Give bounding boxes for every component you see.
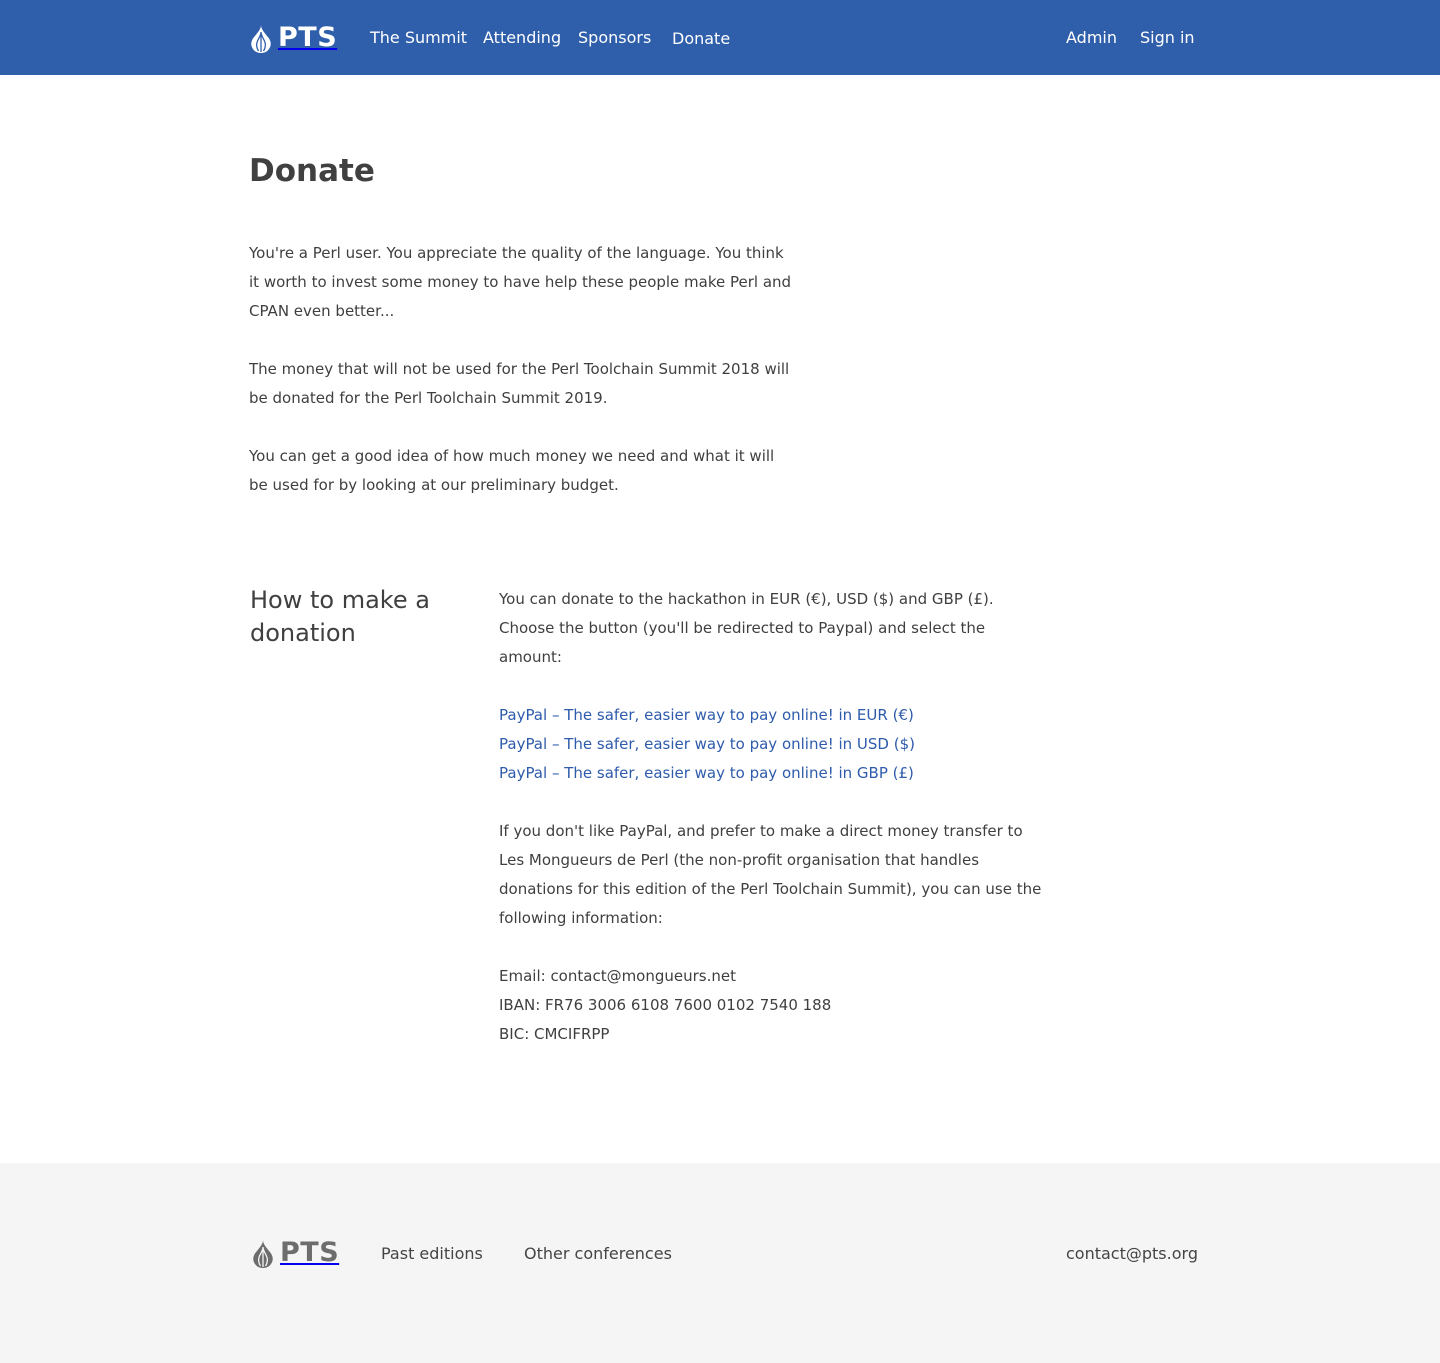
paypal-eur-link[interactable]: PayPal – The safer, easier way to pay on… (499, 701, 1047, 730)
donation-section-heading: How to make a donation (250, 586, 430, 647)
paypal-gbp-link[interactable]: PayPal – The safer, easier way to pay on… (499, 759, 1047, 788)
nav-the-summit[interactable]: The Summit (370, 28, 467, 48)
intro-paragraph: The money that will not be used for the … (249, 360, 790, 407)
site-logo[interactable]: PTS (249, 23, 337, 53)
bank-details: Email: contact@mongueurs.net IBAN: FR76 … (499, 962, 1047, 1049)
bank-email: Email: contact@mongueurs.net (499, 967, 736, 985)
donation-instructions: You can donate to the hackathon in EUR (… (499, 590, 994, 666)
bank-bic: BIC: CMCIFRPP (499, 1025, 610, 1043)
footer-other-conferences[interactable]: Other conferences (524, 1244, 672, 1264)
footer-past-editions[interactable]: Past editions (381, 1244, 483, 1264)
paypal-usd-link[interactable]: PayPal – The safer, easier way to pay on… (499, 730, 1047, 759)
footer-contact-email[interactable]: contact@pts.org (1066, 1244, 1198, 1264)
bank-iban: IBAN: FR76 3006 6108 7600 0102 7540 188 (499, 996, 832, 1014)
page-title: Donate (249, 153, 375, 189)
intro-paragraph: You can get a good idea of how much mone… (249, 447, 775, 494)
nav-sign-in[interactable]: Sign in (1140, 28, 1195, 48)
donation-section-body: You can donate to the hackathon in EUR (… (499, 585, 1047, 1049)
nav-sponsors[interactable]: Sponsors (578, 28, 651, 48)
onion-icon (253, 1239, 273, 1268)
logo-text: PTS (278, 22, 338, 53)
paypal-links: PayPal – The safer, easier way to pay on… (499, 701, 1047, 788)
nav-donate[interactable]: Donate (672, 29, 730, 49)
intro-paragraph: You're a Perl user. You appreciate the q… (249, 244, 792, 320)
nav-attending[interactable]: Attending (483, 28, 561, 48)
footer-logo-text: PTS (280, 1237, 340, 1268)
footer (0, 1163, 1440, 1363)
nav-admin[interactable]: Admin (1066, 28, 1117, 48)
top-navbar: PTS The Summit Attending Sponsors Donate… (0, 0, 1440, 75)
intro-text: You're a Perl user. You appreciate the q… (249, 239, 794, 529)
transfer-text: If you don't like PayPal, and prefer to … (499, 822, 1042, 927)
footer-logo[interactable]: PTS (251, 1238, 339, 1268)
onion-icon (251, 24, 271, 53)
